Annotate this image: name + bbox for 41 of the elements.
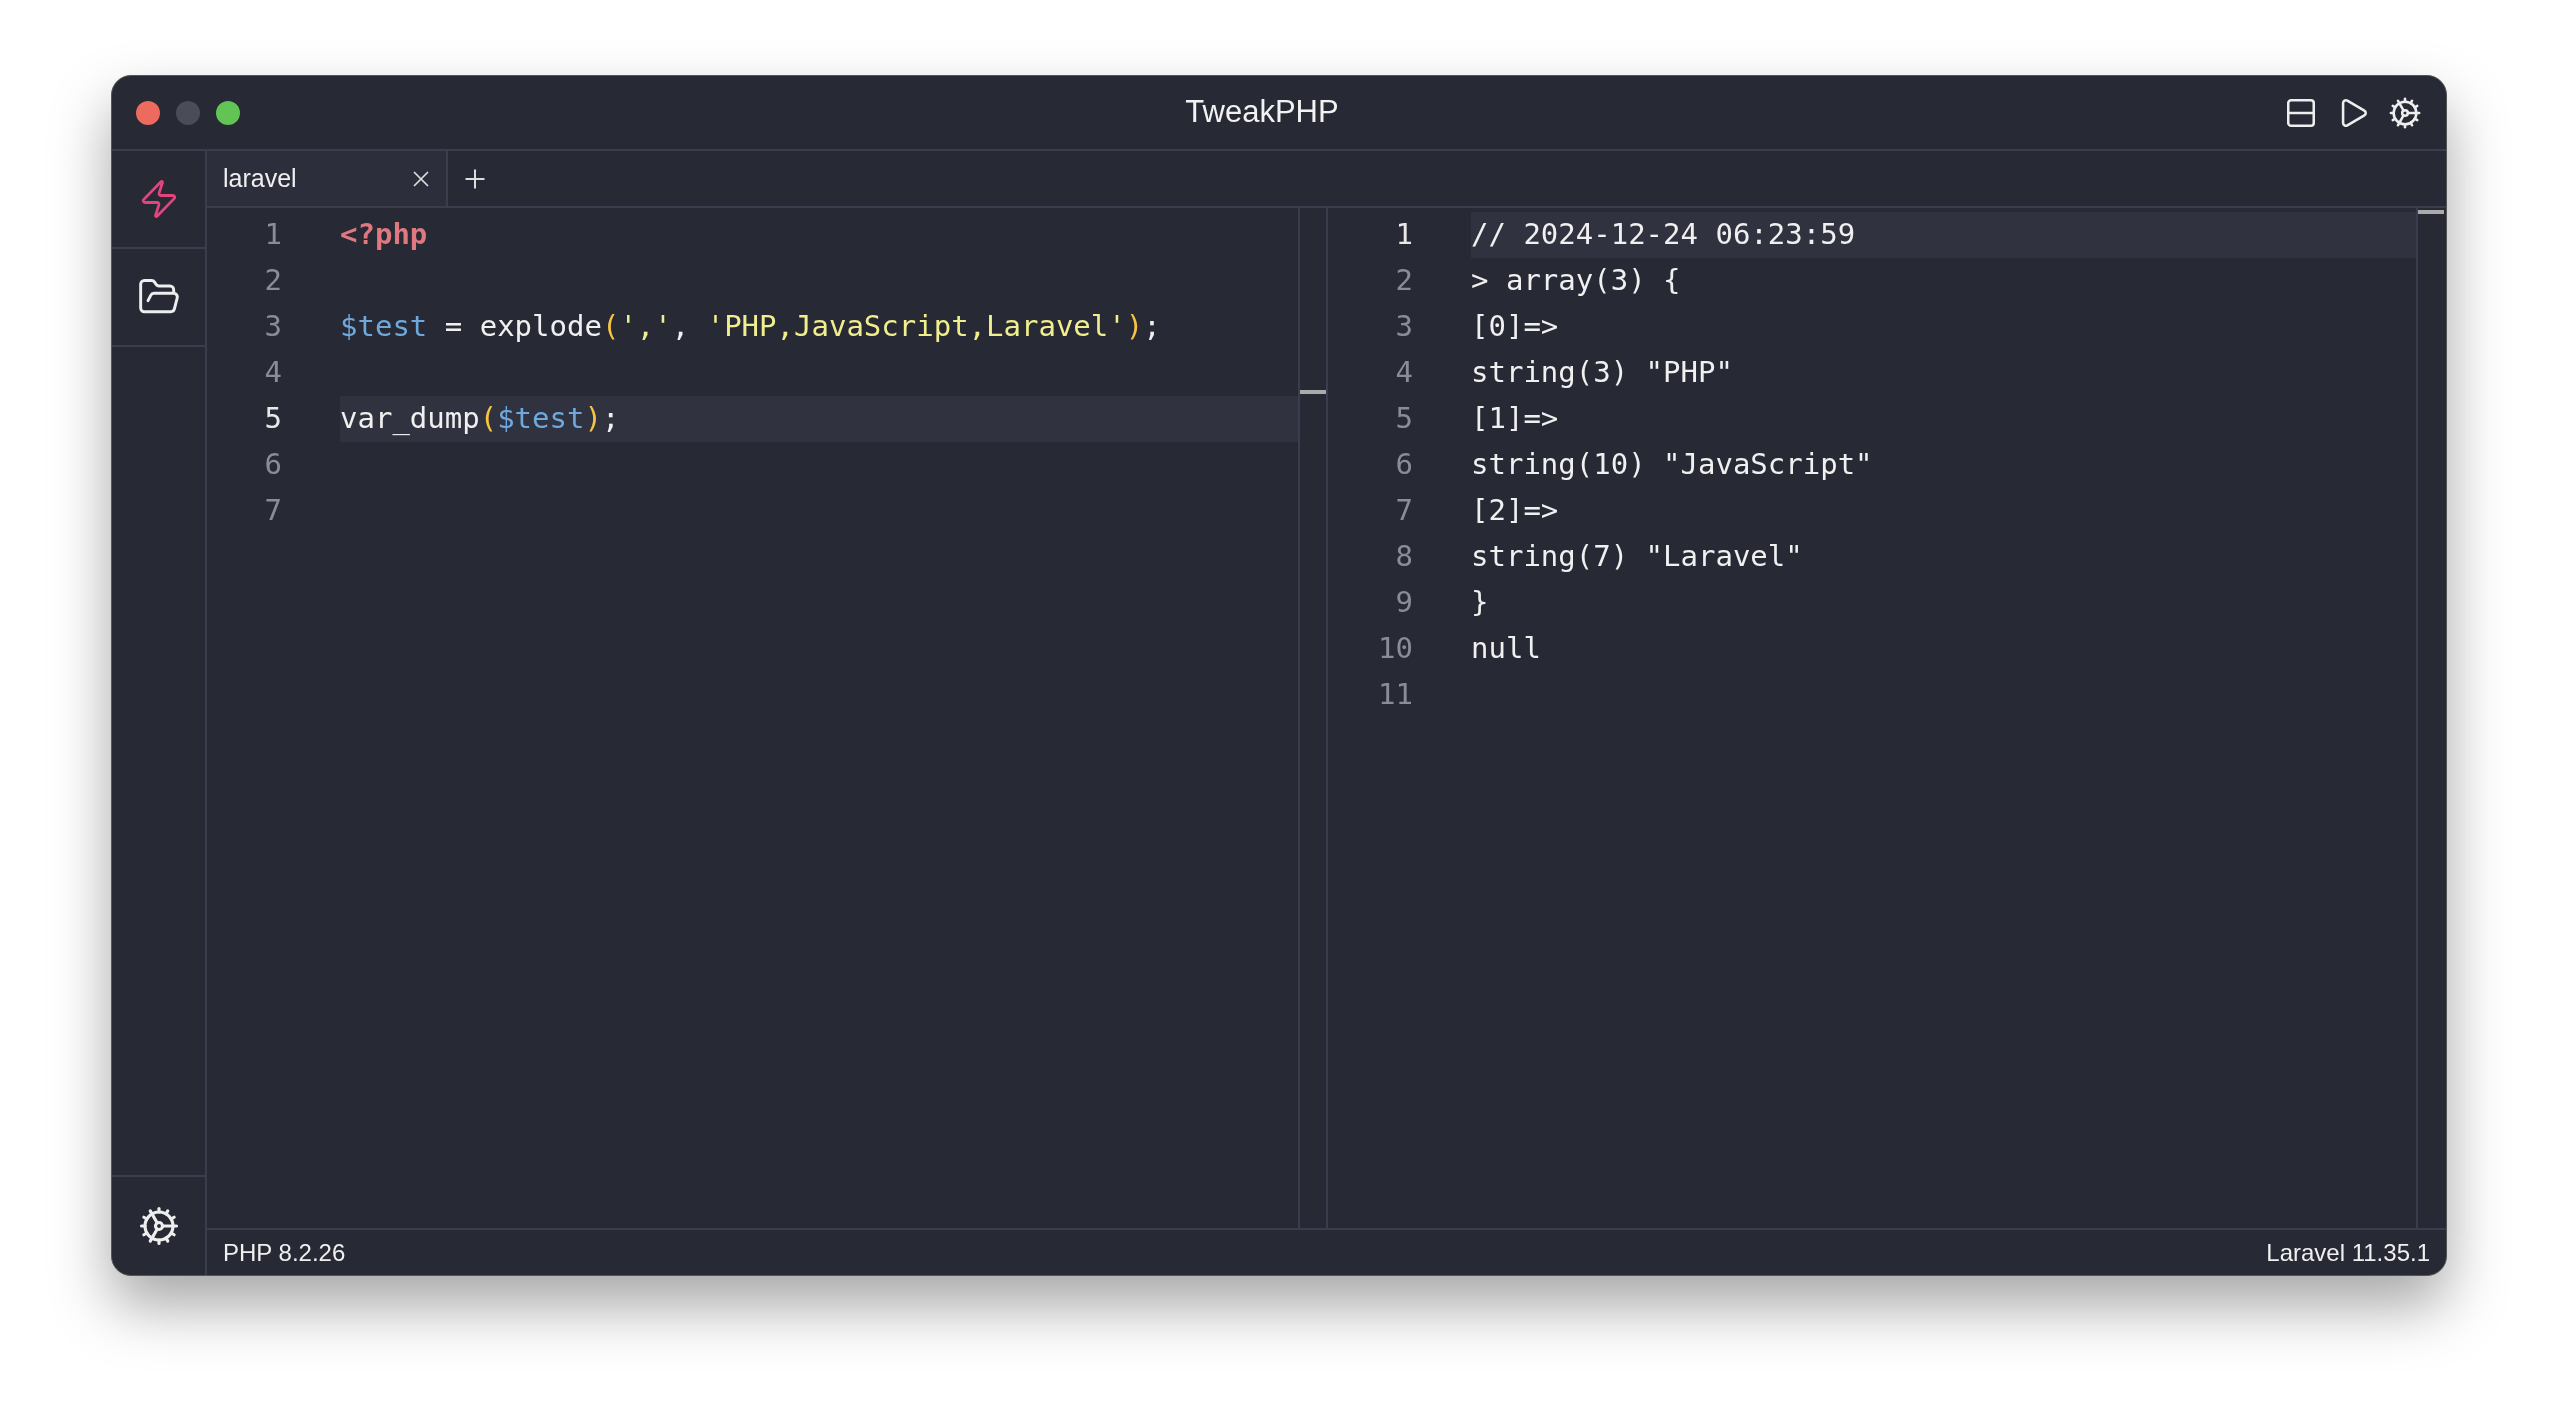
scrollbar-marker	[2418, 210, 2444, 214]
line-number: 4	[263, 354, 282, 392]
code-line: // 2024-12-24 06:23:59	[1471, 216, 1856, 254]
editor-tab[interactable]: laravel	[207, 151, 448, 206]
code-line: string(7) "Laravel"	[1471, 538, 1803, 576]
code-line: [1]=>	[1471, 400, 1559, 438]
line-number: 9	[1394, 584, 1413, 622]
laravel-version: Laravel 11.35.1	[2266, 1237, 2430, 1268]
line-number: 6	[1394, 446, 1413, 484]
settings-icon[interactable]	[137, 1205, 180, 1247]
line-number: 1	[1394, 216, 1413, 254]
php-version: PHP 8.2.26	[223, 1237, 346, 1268]
zoom-window-button[interactable]	[216, 100, 240, 125]
line-number: 5	[263, 400, 282, 438]
code-line: [2]=>	[1471, 492, 1559, 530]
window-title: TweakPHP	[1184, 93, 1340, 132]
line-number: 1	[263, 216, 282, 254]
line-number: 5	[1394, 400, 1413, 438]
code-line: null	[1471, 630, 1541, 668]
code-line: [0]=>	[1471, 308, 1559, 346]
line-number: 11	[1377, 676, 1413, 714]
line-number: 3	[263, 308, 282, 346]
code-line: }	[1471, 584, 1489, 622]
line-number: 6	[263, 446, 282, 484]
line-number: 3	[1394, 308, 1413, 346]
line-number: 8	[1394, 538, 1413, 576]
line-number: 4	[1394, 354, 1413, 392]
code-line: string(3) "PHP"	[1471, 354, 1733, 392]
line-number: 7	[1394, 492, 1413, 530]
line-number: 2	[1394, 262, 1413, 300]
line-number: 2	[263, 262, 282, 300]
code-line: > array(3) {	[1471, 262, 1681, 300]
code-line: string(10) "JavaScript"	[1471, 446, 1873, 484]
code-line: var_dump($test);	[340, 400, 620, 438]
code-line: $test = explode(',', 'PHP,JavaScript,Laravel');	[340, 308, 1161, 346]
line-number: 7	[263, 492, 282, 530]
close-window-button[interactable]	[136, 100, 160, 125]
scrollbar-marker	[1300, 390, 1326, 394]
code-line: <?php	[340, 216, 428, 254]
line-number: 10	[1377, 630, 1413, 668]
settings-icon[interactable]	[2388, 95, 2422, 130]
